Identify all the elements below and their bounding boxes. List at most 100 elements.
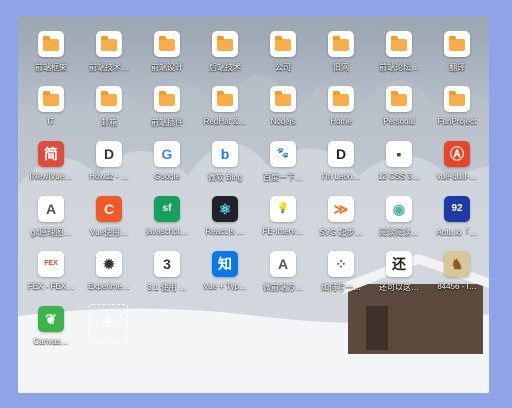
shortcut-tile[interactable]: A 微前端方… (254, 251, 312, 307)
shortcut-tile[interactable]: FunProject (428, 86, 486, 142)
shortcut-label: 百度一下… (263, 173, 303, 182)
shortcut-label: 84456 - I… (437, 282, 477, 291)
quill-icon: Ⓐ (444, 141, 470, 167)
shortcut-label: 翻译 (449, 63, 465, 72)
shortcut-tile[interactable]: ❦ Canvas… (22, 306, 80, 362)
shortcut-tile[interactable]: Home (312, 86, 370, 142)
shortcut-tile[interactable]: 前端设计 (138, 31, 196, 87)
shortcut-label: 阅读阅读… (379, 228, 419, 237)
shortcut-label: FunProject (437, 117, 477, 126)
folder-icon (328, 31, 354, 57)
shortcut-tile[interactable]: 邮箱 (80, 86, 138, 142)
shortcut-label: 前端插件 (151, 118, 183, 127)
new-tab-page: 前端框架 前端技术… 前端设计 后端技术 公司 旧网 前端论坛… 翻译 IT 邮箱 前端插件 RedH… (18, 16, 489, 393)
folder-icon (270, 86, 296, 112)
avatar-icon: ♞ (444, 251, 470, 277)
shortcut-tile[interactable]: 前端技术… (80, 31, 138, 87)
shortcut-label: 微前端方… (263, 283, 303, 292)
shortcut-label: Nodejs (270, 117, 296, 126)
shortcut-label: Vue + Typ… (203, 282, 247, 291)
shortcut-label: IT (47, 117, 55, 126)
shortcut-label: javascript… (146, 227, 188, 236)
shortcut-tile[interactable]: ▪ 12 CSS 3… (370, 141, 428, 197)
reader-icon: ◉ (386, 196, 412, 222)
shortcut-tile[interactable]: ✹ Experime… (80, 251, 138, 307)
shortcut-label: git原理图… (30, 228, 72, 237)
folder-icon (386, 86, 412, 112)
howdz-icon: D (96, 141, 122, 167)
shortcut-tile[interactable]: ≫ SVG 起步… (312, 196, 370, 252)
shortcut-label: I'm Leon… (321, 172, 361, 181)
shortcut-tile[interactable]: 前端框架 (22, 31, 80, 87)
shortcut-tile[interactable]: ◉ 阅读阅读… (370, 196, 428, 252)
folder-icon (212, 31, 238, 57)
shortcut-tile[interactable]: sf javascript… (138, 196, 196, 252)
doc-a-icon: A (270, 251, 296, 277)
shortcut-tile[interactable]: RedHat &… (196, 86, 254, 142)
shortcut-label: 后端技术 (209, 63, 241, 72)
shortcut-tile[interactable]: IT (22, 86, 80, 142)
shortcut-tile[interactable]: 公司 (254, 31, 312, 87)
git-doc-icon: A (38, 196, 64, 222)
shortcut-label: 如何写一… (321, 283, 361, 292)
shortcut-tile[interactable]: 后端技术 (196, 31, 254, 87)
aotu-icon: 92 (444, 196, 470, 222)
shortcut-tile[interactable]: ⚛ React.js … (196, 196, 254, 252)
shortcut-label: 前端设计 (151, 63, 183, 72)
shortcut-label: Home (330, 117, 352, 126)
folder-icon (38, 31, 64, 57)
folder-icon (386, 31, 412, 57)
shortcut-label: Personal (383, 117, 415, 126)
csdn-icon: C (96, 196, 122, 222)
number-three-icon: 3 (154, 251, 180, 277)
shortcut-tile[interactable]: Nodejs (254, 86, 312, 142)
svg-icon: ≫ (328, 196, 354, 222)
folder-icon (154, 86, 180, 112)
shortcut-label: 前端论坛… (379, 63, 419, 72)
shortcut-tile[interactable]: 💡 FE-Interv… (254, 196, 312, 252)
shortcut-label: FEX - FEX… (27, 282, 75, 291)
shortcut-tile[interactable]: FEX FEX - FEX… (22, 251, 80, 307)
leaf-icon: ❦ (38, 306, 64, 332)
shortcut-tile[interactable]: Personal (370, 86, 428, 142)
segmentfault-icon: sf (154, 196, 180, 222)
zhihu-icon: 知 (212, 251, 238, 277)
shortcut-tile[interactable]: 翻译 (428, 31, 486, 87)
shortcut-label: Google (154, 172, 180, 181)
shortcut-tile[interactable]: 知 Vue + Typ… (196, 251, 254, 307)
shortcut-label: Howdz - … (89, 172, 129, 181)
shortcut-tile[interactable]: Agit原理图… (22, 196, 80, 252)
shortcut-label: FE-Interv… (262, 227, 304, 236)
shortcut-label: 12 CSS 3… (377, 172, 421, 181)
shortcut-tile[interactable]: G Google (138, 141, 196, 197)
leon-icon: D (328, 141, 354, 167)
shortcut-label: 微软 Bing (207, 173, 243, 182)
shortcut-tile[interactable]: 🐾 百度一下… (254, 141, 312, 197)
shortcut-tile[interactable]: Ⓐvue-quill-… (428, 141, 486, 197)
shortcut-label: Experime… (88, 282, 130, 291)
css-doc-icon: ▪ (386, 141, 412, 167)
folder-icon (96, 31, 122, 57)
shortcut-tile[interactable]: 92 Aotu.io「… (428, 196, 486, 252)
shortcut-label: Aotu.io「… (436, 228, 478, 237)
shortcut-tile[interactable]: ♞ 84456 - I… (428, 251, 486, 307)
add-shortcut-button[interactable]: + (89, 304, 128, 343)
shortcut-tile[interactable]: 简 [New]Vue… (22, 141, 80, 197)
shortcut-tile[interactable]: D I'm Leon… (312, 141, 370, 197)
shortcut-tile[interactable]: C Vue使用… (80, 196, 138, 252)
shortcut-tile[interactable]: ⁘ 如何写一… (312, 251, 370, 307)
folder-icon (444, 86, 470, 112)
shortcut-tile[interactable]: 还还可以这… (370, 251, 428, 307)
shortcut-tile[interactable]: 前端论坛… (370, 31, 428, 87)
folder-icon (328, 86, 354, 112)
fex-icon: FEX (38, 251, 64, 277)
shortcut-tile[interactable]: 前端插件 (138, 86, 196, 142)
shortcut-tile[interactable]: b 微软 Bing (196, 141, 254, 197)
shortcut-tile[interactable]: D Howdz - … (80, 141, 138, 197)
shortcut-label: Vue使用… (90, 228, 128, 237)
folder-icon (212, 86, 238, 112)
baidu-icon: 🐾 (270, 141, 296, 167)
shortcut-tile[interactable]: 旧网 (312, 31, 370, 87)
shortcut-tile[interactable]: 3 3.1 使用 … (138, 251, 196, 307)
shortcut-label: 旧网 (333, 63, 349, 72)
